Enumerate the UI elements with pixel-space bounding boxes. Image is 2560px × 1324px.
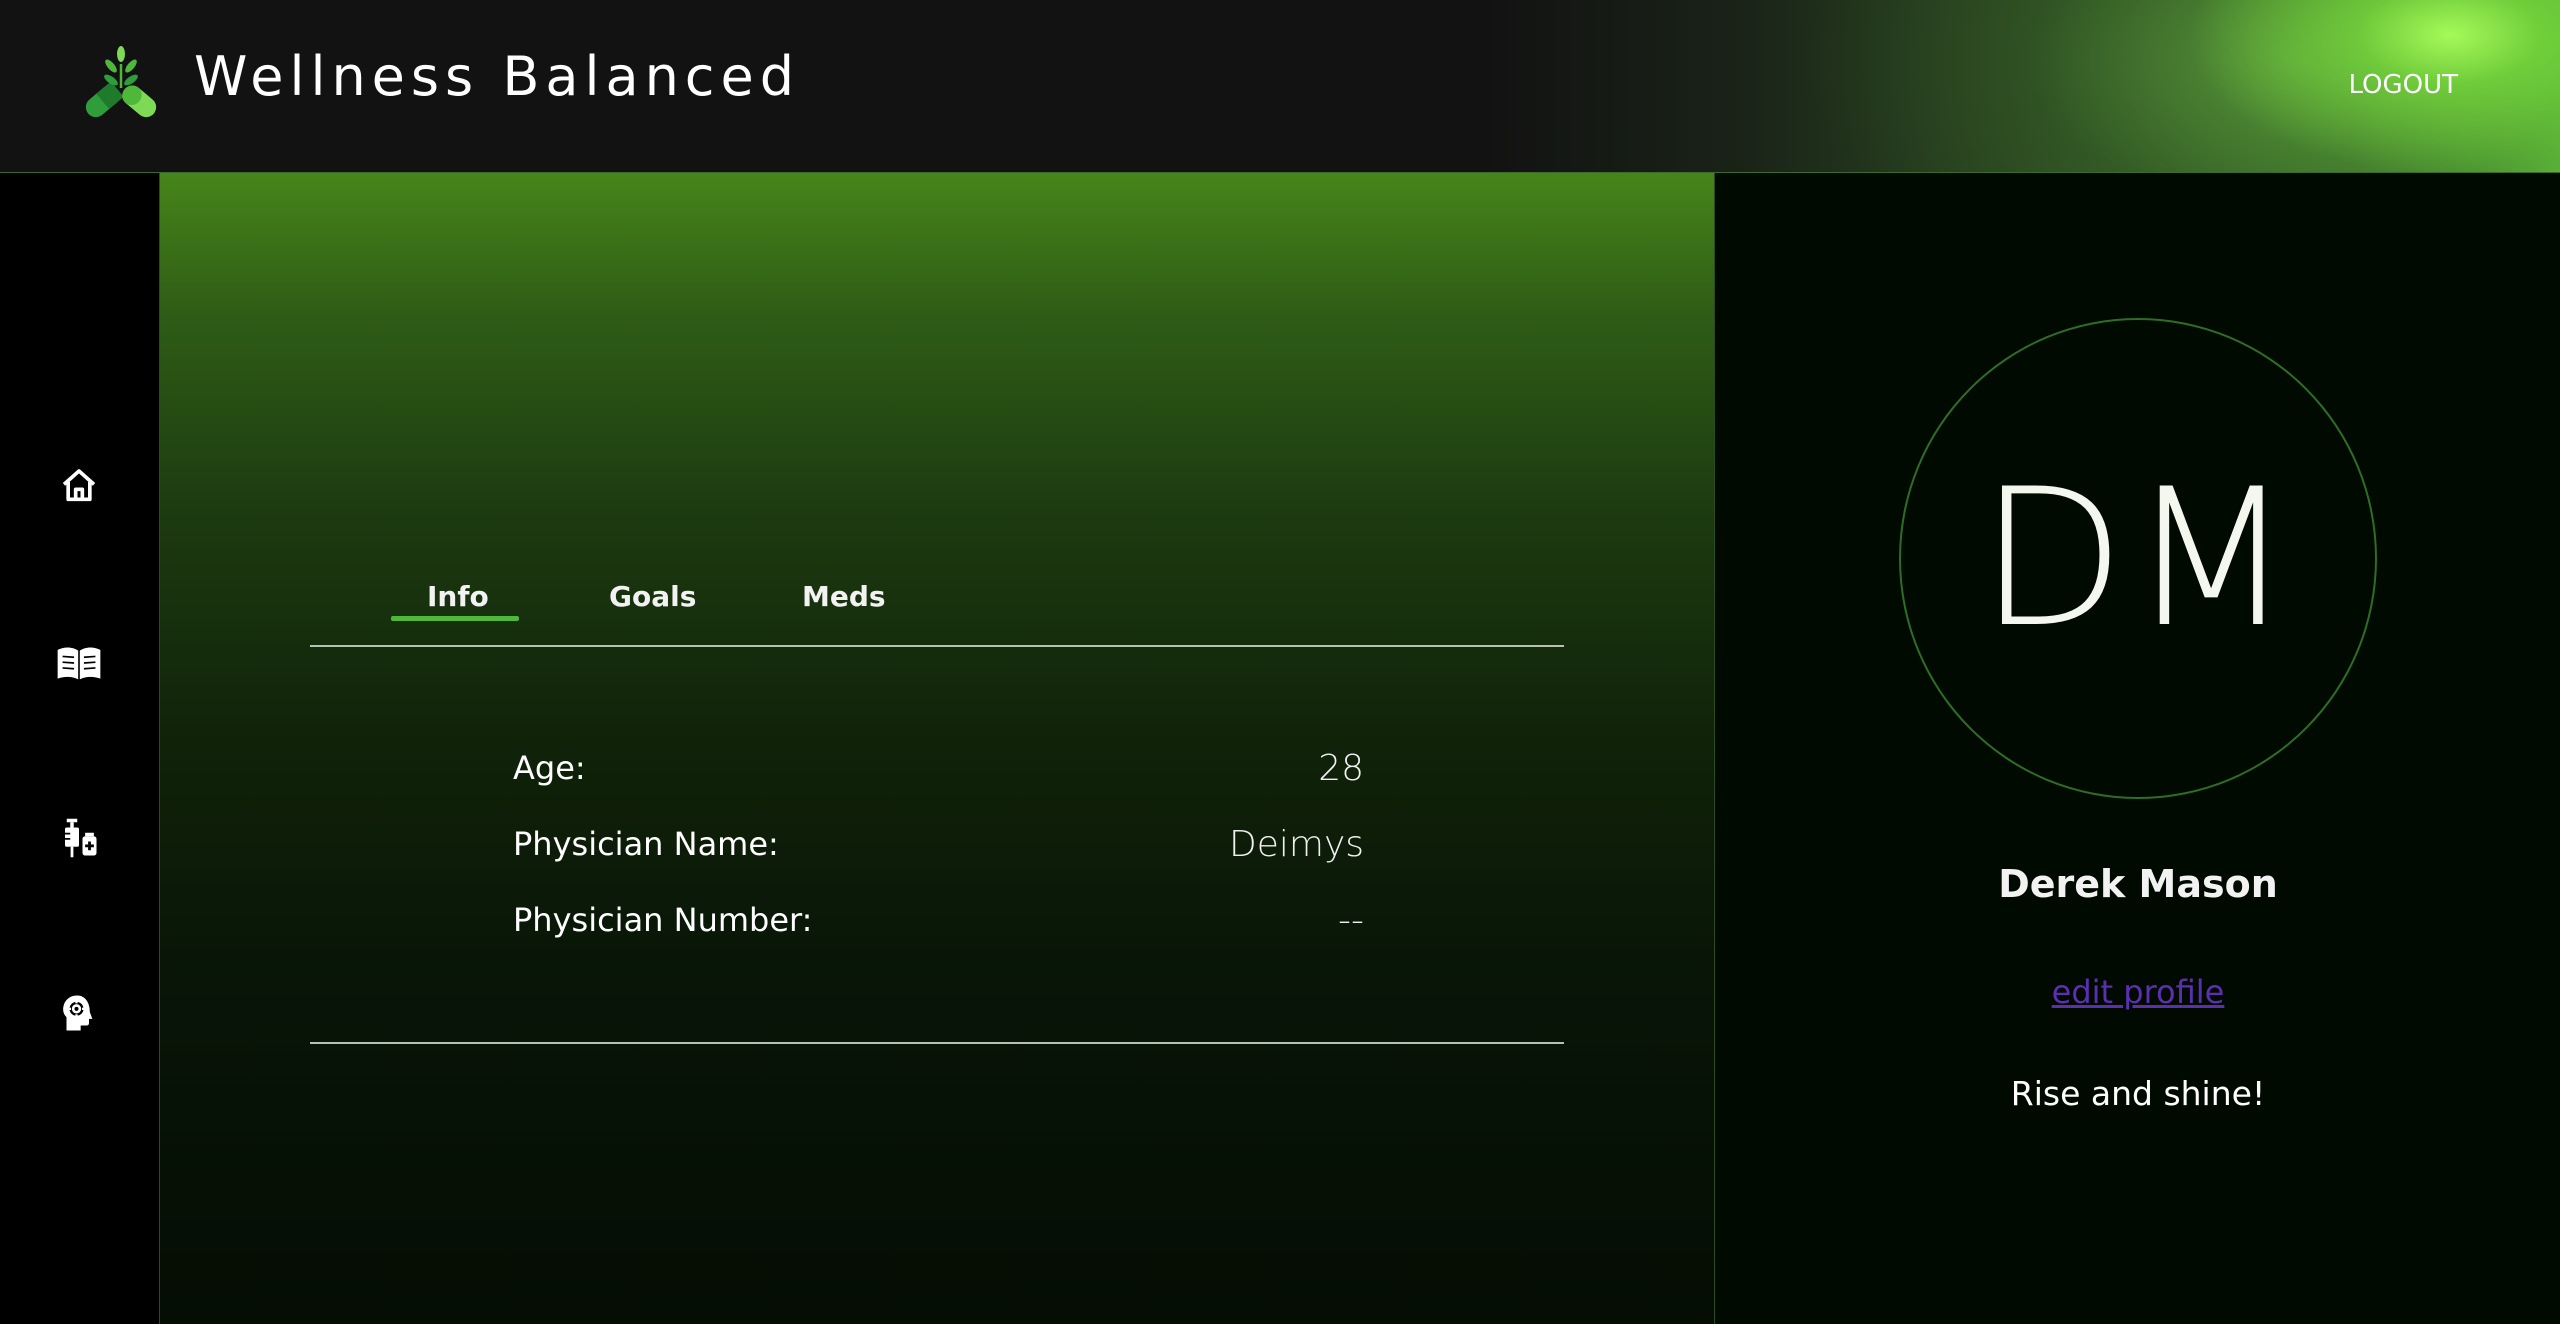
tab-meds[interactable]: Meds <box>802 583 886 611</box>
avatar: DM <box>1899 318 2377 799</box>
book-icon <box>57 647 101 680</box>
tab-info[interactable]: Info <box>427 583 489 611</box>
logout-button[interactable]: LOGOUT <box>2348 72 2458 98</box>
info-bottom-divider <box>310 1042 1564 1044</box>
info-label: Physician Number: <box>513 901 813 939</box>
sidebar-item-journal[interactable] <box>56 640 102 686</box>
sidebar <box>0 173 160 1324</box>
syringe-medicine-icon <box>65 818 97 858</box>
info-row-physician-number: Physician Number: -- <box>513 901 1364 941</box>
info-label: Physician Name: <box>513 825 779 863</box>
info-row-age: Age: 28 <box>513 749 1364 789</box>
tab-goals[interactable]: Goals <box>609 583 696 611</box>
app-title: Wellness Balanced <box>194 45 800 108</box>
info-value: Deimys <box>1229 824 1364 865</box>
active-tab-indicator <box>391 616 519 621</box>
edit-profile-link[interactable]: edit profile <box>1715 976 2560 1008</box>
profile-name: Derek Mason <box>1998 862 2278 906</box>
info-row-physician-name: Physician Name: Deimys <box>513 825 1364 865</box>
info-value: -- <box>1338 900 1364 941</box>
profile-panel: DM Derek Mason edit profile Rise and shi… <box>1714 173 2560 1324</box>
sidebar-item-home[interactable] <box>56 463 102 509</box>
mind-settings-icon <box>63 995 93 1031</box>
main-content: Info Goals Meds Age: 28 Physician Name: … <box>160 173 1714 1324</box>
sidebar-item-mental-health[interactable] <box>56 990 102 1036</box>
home-icon <box>62 469 96 502</box>
avatar-initials: DM <box>1978 447 2298 669</box>
sidebar-item-medication[interactable] <box>56 815 102 861</box>
leaf-pill-logo-icon <box>85 46 157 118</box>
greeting-text: Rise and shine! <box>2010 1074 2266 1113</box>
info-value: 28 <box>1318 748 1364 789</box>
info-label: Age: <box>513 749 586 787</box>
tabs-divider <box>310 645 1564 647</box>
app-header: Wellness Balanced LOGOUT <box>0 0 2560 173</box>
